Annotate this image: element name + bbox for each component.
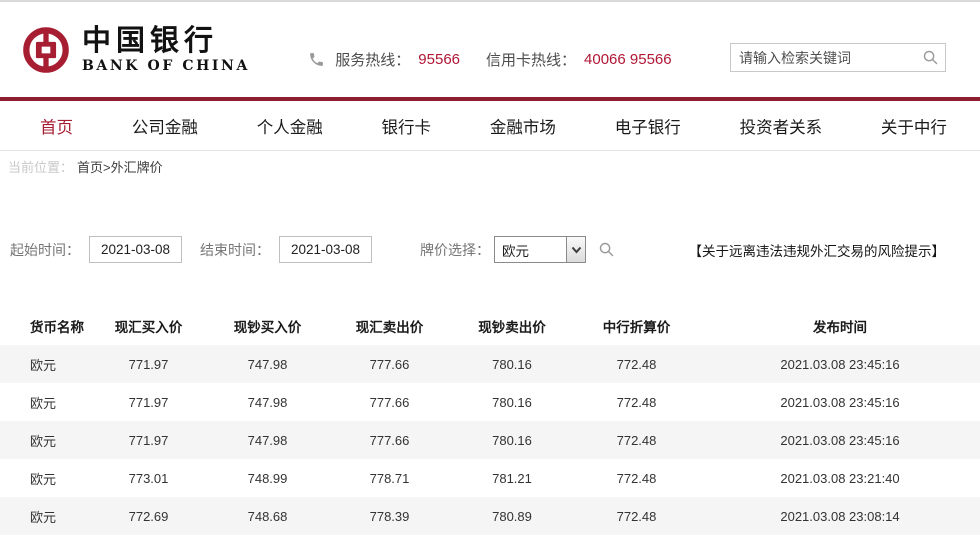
column-header: 货币名称 [0,307,90,345]
cell-currency: 欧元 [0,421,90,459]
cell-currency: 欧元 [0,345,90,383]
bank-logo[interactable]: 中国银行 BANK OF CHINA [22,26,250,74]
cell-publish-time: 2021.03.08 23:45:16 [700,421,980,459]
currency-select-label: 牌价选择： [420,240,490,260]
rates-table-head: 货币名称现汇买入价现钞买入价现汇卖出价现钞卖出价中行折算价发布时间 [0,307,980,345]
logo-text: 中国银行 BANK OF CHINA [82,26,250,74]
rates-table-body: 欧元771.97747.98777.66780.16772.482021.03.… [0,345,980,535]
column-header: 发布时间 [700,307,980,345]
service-hotline-label: 服务热线： [335,49,410,70]
credit-hotline-label: 信用卡热线： [486,49,576,70]
chevron-down-icon [566,237,585,262]
phone-icon [308,51,325,68]
table-row: 欧元771.97747.98777.66780.16772.482021.03.… [0,345,980,383]
cell-currency: 欧元 [0,497,90,535]
boc-emblem-icon [22,26,70,74]
column-header: 现钞买入价 [207,307,328,345]
nav-item-about-boc[interactable]: 关于中行 [881,114,947,138]
cell-spot-sell: 777.66 [328,345,451,383]
credit-hotline-number: 40066 95566 [584,51,672,68]
search-input[interactable] [730,43,946,72]
main-nav: 首页 公司金融 个人金融 银行卡 金融市场 电子银行 投资者关系 关于中行 [0,97,980,151]
logo-cn-text: 中国银行 [82,26,250,55]
table-row: 欧元773.01748.99778.71781.21772.482021.03.… [0,459,980,497]
cell-cash-sell: 780.16 [451,345,573,383]
cell-cash-buy: 748.99 [207,459,328,497]
breadcrumb-prefix: 当前位置： [8,157,73,176]
column-header: 现汇卖出价 [328,307,451,345]
table-row: 欧元772.69748.68778.39780.89772.482021.03.… [0,497,980,535]
end-date-label: 结束时间： [200,240,270,260]
search-icon[interactable] [922,49,939,66]
start-date-label: 起始时间： [10,240,80,260]
fx-rates-table: 货币名称现汇买入价现钞买入价现汇卖出价现钞卖出价中行折算价发布时间 欧元771.… [0,307,980,535]
breadcrumb: 当前位置： 首页>外汇牌价 [0,151,980,181]
table-row: 欧元771.97747.98777.66780.16772.482021.03.… [0,383,980,421]
breadcrumb-path[interactable]: 首页>外汇牌价 [77,157,163,176]
end-date-input[interactable] [279,236,372,263]
site-search [730,43,946,72]
cell-spot-sell: 777.66 [328,383,451,421]
cell-boc-conversion: 772.48 [573,459,700,497]
currency-select-value: 欧元 [495,240,566,260]
logo-en-text: BANK OF CHINA [82,58,250,74]
cell-spot-sell: 778.39 [328,497,451,535]
cell-spot-buy: 771.97 [90,383,207,421]
cell-spot-buy: 771.97 [90,421,207,459]
query-search-icon[interactable] [598,241,615,258]
service-hotline-number: 95566 [418,51,460,68]
nav-item-home[interactable]: 首页 [40,114,73,138]
cell-boc-conversion: 772.48 [573,345,700,383]
cell-spot-sell: 778.71 [328,459,451,497]
site-header: 中国银行 BANK OF CHINA 服务热线： 95566 信用卡热线： 4006… [0,2,980,97]
cell-cash-sell: 780.16 [451,421,573,459]
cell-cash-sell: 780.16 [451,383,573,421]
column-header: 中行折算价 [573,307,700,345]
column-header: 现汇买入价 [90,307,207,345]
hotlines: 服务热线： 95566 信用卡热线： 40066 95566 [250,49,730,70]
cell-spot-buy: 771.97 [90,345,207,383]
nav-item-investor-relations[interactable]: 投资者关系 [740,114,823,138]
cell-boc-conversion: 772.48 [573,383,700,421]
column-header: 现钞卖出价 [451,307,573,345]
nav-item-financial-markets[interactable]: 金融市场 [490,114,556,138]
nav-item-corporate-banking[interactable]: 公司金融 [132,114,198,138]
cell-publish-time: 2021.03.08 23:08:14 [700,497,980,535]
rate-filters: 起始时间： 结束时间： 牌价选择： 欧元 【关于远离违法违规外汇交易的风险提示】 [0,236,980,263]
cell-currency: 欧元 [0,459,90,497]
cell-cash-buy: 747.98 [207,345,328,383]
currency-select[interactable]: 欧元 [494,236,586,263]
cell-cash-buy: 748.68 [207,497,328,535]
cell-cash-sell: 780.89 [451,497,573,535]
cell-spot-sell: 777.66 [328,421,451,459]
nav-item-personal-banking[interactable]: 个人金融 [257,114,323,138]
cell-cash-buy: 747.98 [207,383,328,421]
cell-cash-buy: 747.98 [207,421,328,459]
cell-spot-buy: 773.01 [90,459,207,497]
cell-boc-conversion: 772.48 [573,497,700,535]
nav-item-e-banking[interactable]: 电子银行 [615,114,681,138]
cell-publish-time: 2021.03.08 23:21:40 [700,459,980,497]
cell-publish-time: 2021.03.08 23:45:16 [700,383,980,421]
cell-cash-sell: 781.21 [451,459,573,497]
cell-spot-buy: 772.69 [90,497,207,535]
header-row: 货币名称现汇买入价现钞买入价现汇卖出价现钞卖出价中行折算价发布时间 [0,307,980,345]
start-date-input[interactable] [89,236,182,263]
cell-boc-conversion: 772.48 [573,421,700,459]
cell-currency: 欧元 [0,383,90,421]
nav-item-bank-card[interactable]: 银行卡 [382,114,432,138]
fx-risk-notice-link[interactable]: 【关于远离违法违规外汇交易的风险提示】 [689,240,946,260]
table-row: 欧元771.97747.98777.66780.16772.482021.03.… [0,421,980,459]
cell-publish-time: 2021.03.08 23:45:16 [700,345,980,383]
